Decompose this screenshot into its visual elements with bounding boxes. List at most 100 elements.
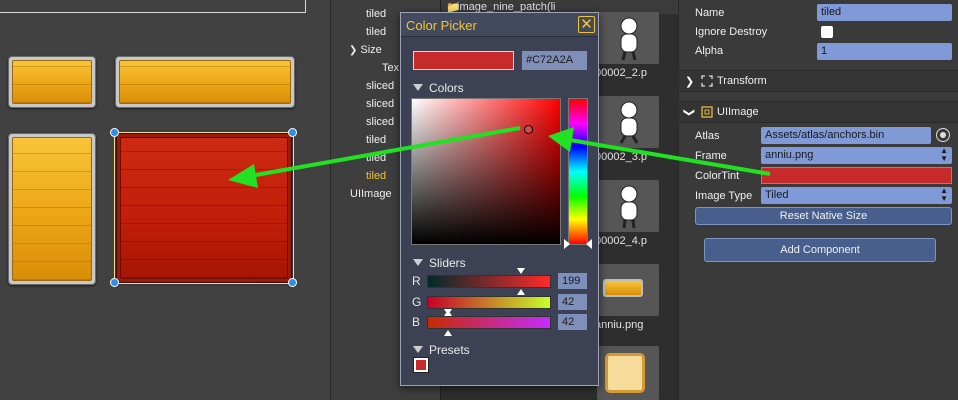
slider-g-value[interactable]: 42 xyxy=(558,294,587,310)
slider-g-track[interactable] xyxy=(427,296,551,316)
asset-thumb[interactable] xyxy=(597,346,659,400)
character-icon xyxy=(619,101,639,144)
reset-native-size-button[interactable]: Reset Native Size xyxy=(695,207,952,225)
atlas-label: Atlas xyxy=(695,130,720,142)
frame-dropdown[interactable]: anniu.png ▲ ▼ xyxy=(761,147,952,164)
resize-handle-br[interactable] xyxy=(288,278,297,287)
color-picker-titlebar[interactable]: Color Picker ✕ xyxy=(401,13,598,37)
slider-g: G 42 xyxy=(411,294,591,316)
hierarchy-item[interactable]: sliced xyxy=(366,77,394,95)
transform-section-header[interactable]: ❯ Transform xyxy=(679,70,958,92)
dropdown-arrows-icon: ▲ ▼ xyxy=(940,186,948,203)
selection-rect xyxy=(114,132,294,284)
slider-r: R 199 xyxy=(411,268,591,295)
chevron-down-icon[interactable]: ❯ xyxy=(349,45,357,56)
sliders-section-label: Sliders xyxy=(429,256,466,270)
hierarchy-item[interactable]: sliced xyxy=(366,95,394,113)
button-preview-icon xyxy=(603,279,643,297)
uiimage-section-header[interactable]: ❯ UIImage xyxy=(679,101,958,123)
ignore-destroy-label: Ignore Destroy xyxy=(695,26,768,38)
presets-section-header[interactable]: Presets xyxy=(413,343,470,357)
asset-thumb[interactable] xyxy=(597,12,659,64)
atlas-field[interactable]: Assets/atlas/anchors.bin xyxy=(761,127,931,144)
inspector-panel: Name tiled Ignore Destroy Alpha 1 ❯ Tran… xyxy=(678,0,958,400)
color-picker-title: Color Picker xyxy=(406,18,477,33)
hierarchy-item-label: Size xyxy=(360,44,382,56)
transform-title: Transform xyxy=(717,75,767,87)
resize-handle-tl[interactable] xyxy=(110,128,119,137)
hue-slider[interactable] xyxy=(568,98,588,245)
hue-marker-left-icon[interactable] xyxy=(564,239,570,249)
alpha-label: Alpha xyxy=(695,45,724,57)
asset-thumb-label: anniu.png xyxy=(595,319,644,331)
name-field[interactable]: tiled xyxy=(817,4,952,21)
collapse-triangle-icon xyxy=(413,259,423,266)
slider-r-knob[interactable] xyxy=(517,268,525,274)
colortint-swatch[interactable] xyxy=(761,167,952,184)
slider-b-track[interactable] xyxy=(427,309,551,336)
dropdown-arrows-icon: ▲ ▼ xyxy=(940,146,948,163)
sliced-button-small[interactable] xyxy=(8,56,96,108)
slider-b-label: B xyxy=(412,315,421,329)
image-type-label: Image Type xyxy=(695,190,753,202)
image-component-icon xyxy=(701,106,713,118)
chevron-right-icon: ❯ xyxy=(685,76,695,88)
sliders-section-header[interactable]: Sliders xyxy=(413,256,466,270)
colors-section-label: Colors xyxy=(429,81,464,95)
image-type-dropdown[interactable]: Tiled ▲ ▼ xyxy=(761,187,952,204)
slider-b-value[interactable]: 42 xyxy=(558,314,587,330)
name-label: Name xyxy=(695,7,725,19)
character-icon xyxy=(620,17,638,61)
hierarchy-item[interactable]: Tex xyxy=(382,59,399,77)
hierarchy-item-selected[interactable]: tiled xyxy=(366,167,386,185)
slider-r-label: R xyxy=(412,274,421,288)
asset-thumb[interactable] xyxy=(597,96,659,148)
current-color-swatch xyxy=(413,51,514,70)
hierarchy-item[interactable]: sliced xyxy=(366,113,394,131)
asset-thumb-label: 00002_3.p xyxy=(595,151,647,163)
color-picker-dialog: Color Picker ✕ #C72A2A Colors Sliders R … xyxy=(400,12,599,386)
slider-g-label: G xyxy=(412,295,422,309)
asset-thumb-label: 00002_4.p xyxy=(595,235,647,247)
hue-marker-right-icon[interactable] xyxy=(586,239,592,249)
asset-thumb[interactable] xyxy=(597,180,659,232)
chevron-down-icon: ❯ xyxy=(683,107,696,118)
add-component-button[interactable]: Add Component xyxy=(704,238,936,262)
hierarchy-item[interactable]: UIImage xyxy=(350,185,392,203)
target-picker-icon[interactable] xyxy=(936,128,950,142)
panel-preview-icon xyxy=(605,353,645,393)
close-icon[interactable]: ✕ xyxy=(578,16,595,33)
hierarchy-item[interactable]: tiled xyxy=(366,131,386,149)
color-cursor[interactable] xyxy=(524,125,533,134)
colors-section-header[interactable]: Colors xyxy=(413,81,464,95)
slider-r-track[interactable] xyxy=(427,268,551,295)
frame-value: anniu.png xyxy=(765,149,814,161)
uiimage-title: UIImage xyxy=(717,106,759,118)
resize-handle-bl[interactable] xyxy=(110,278,119,287)
image-type-value: Tiled xyxy=(765,189,789,201)
slider-b: B 42 xyxy=(411,309,591,336)
tiled-button-tall[interactable] xyxy=(8,133,96,285)
colortint-label: ColorTint xyxy=(695,170,740,182)
preset-color-swatch[interactable] xyxy=(413,357,429,373)
asset-thumb[interactable] xyxy=(597,264,659,316)
saturation-value-area[interactable] xyxy=(411,98,561,245)
slider-b-knob-bottom[interactable] xyxy=(444,330,452,336)
hierarchy-item[interactable]: tiled xyxy=(366,23,386,41)
hex-input[interactable]: #C72A2A xyxy=(522,51,587,70)
alpha-field[interactable]: 1 xyxy=(817,43,952,60)
hierarchy-item[interactable]: tiled xyxy=(366,149,386,167)
sliced-button-wide[interactable] xyxy=(115,56,295,108)
frame-label: Frame xyxy=(695,150,727,162)
ignore-destroy-checkbox[interactable] xyxy=(821,26,833,38)
slider-b-knob[interactable] xyxy=(444,309,452,315)
collapse-triangle-icon xyxy=(413,84,423,91)
scene-view[interactable] xyxy=(0,0,330,400)
resize-handle-tr[interactable] xyxy=(288,128,297,137)
collapse-triangle-icon xyxy=(413,346,423,353)
hierarchy-item[interactable]: tiled xyxy=(366,5,386,23)
character-icon xyxy=(620,185,638,229)
hierarchy-item-size[interactable]: ❯ Size xyxy=(349,41,382,59)
slider-r-value[interactable]: 199 xyxy=(558,273,587,289)
asset-thumb-label: 00002_2.p xyxy=(595,67,647,79)
